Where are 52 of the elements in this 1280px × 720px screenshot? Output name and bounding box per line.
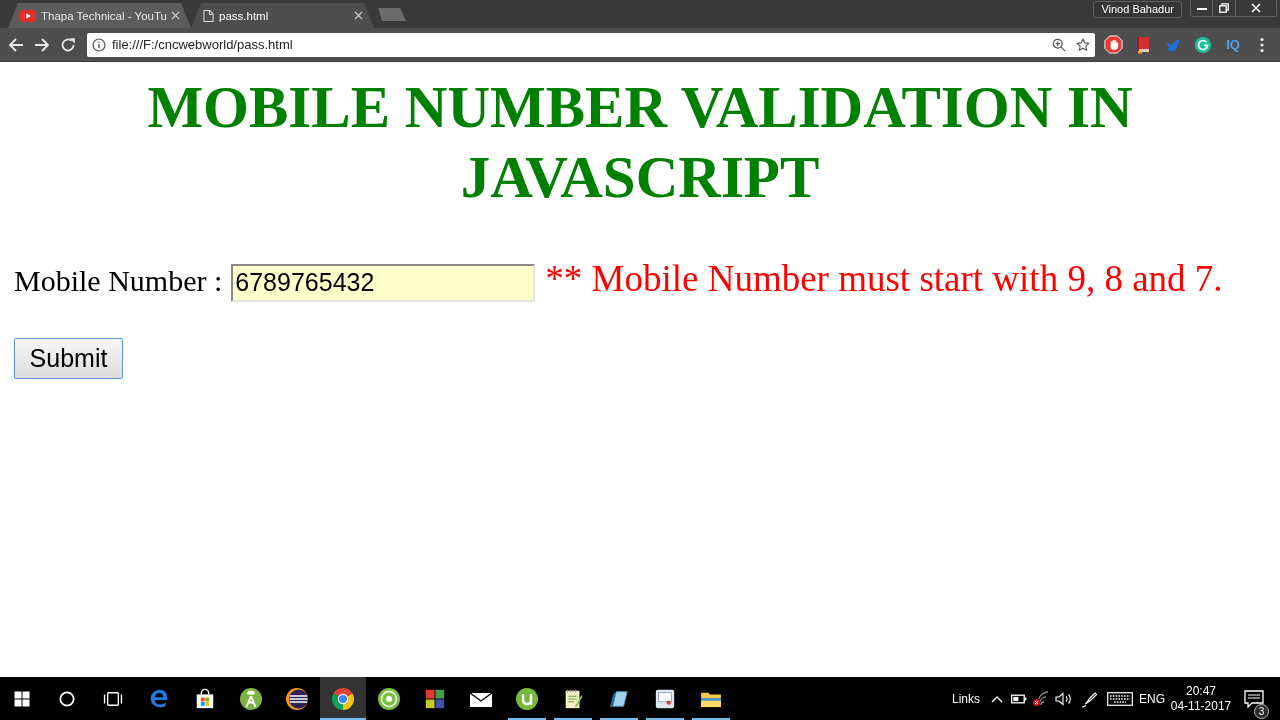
minimize-button[interactable] [1190,0,1213,17]
reload-icon[interactable] [60,36,76,53]
g-logo-icon[interactable] [1194,35,1212,54]
forward-icon[interactable] [34,36,50,53]
clock-time: 20:47 [1186,683,1216,699]
screen-icon [654,687,676,710]
tiles-icon [424,687,446,710]
info-icon[interactable] [92,37,106,52]
browser-tab[interactable]: Thapa Technical - YouTu [8,3,191,28]
keyboard-icon[interactable] [1107,691,1133,706]
notification-count: 3 [1254,704,1269,719]
error-message: ** Mobile Number must start with 9, 8 and 7. [545,257,1223,300]
battery-icon[interactable] [1010,693,1027,704]
e-logo-icon [148,687,170,710]
speaker-icon[interactable] [1055,691,1073,706]
address-bar[interactable]: file:///F:/cncwebworld/pass.html [87,32,1095,57]
field-label: Mobile Number : [14,264,223,298]
back-icon[interactable] [8,36,24,53]
restore-icon [1219,3,1229,13]
a-circle-icon [239,686,263,711]
close-icon[interactable] [354,11,363,20]
mobile-number-field[interactable]: 6789765432 [231,263,536,302]
profile-button[interactable]: Vinod Bahadur [1093,1,1182,18]
submit-button[interactable]: Submit [14,337,123,379]
browser-tab[interactable]: pass.html [191,3,374,28]
ring-icon [59,690,75,707]
restore-button[interactable] [1213,0,1236,17]
stop-hand-icon[interactable] [1103,35,1123,54]
links-toolbar[interactable]: Links [952,691,980,706]
wifi-error-icon[interactable] [1032,690,1050,707]
book-icon[interactable] [1136,35,1150,54]
page-icon [203,8,214,23]
zoom-icon[interactable] [1052,37,1066,52]
close-button[interactable] [1236,0,1277,17]
striped-orb-icon [285,686,309,711]
panes-icon [14,690,30,707]
notification-icon[interactable] [1244,689,1264,708]
page-heading: MOBILE NUMBER VALIDATION IN JAVASCRIPT [146,73,1134,212]
wheel-logo-icon [331,686,355,711]
taskbar-button[interactable] [320,677,366,720]
chevron-up-icon[interactable] [990,694,1003,703]
language-indicator[interactable]: ENG [1139,691,1165,706]
close-icon [1251,3,1261,13]
star-icon[interactable] [1076,37,1090,52]
shopping-bag-icon [194,687,216,710]
target-icon [377,686,401,711]
u-circle-icon [515,686,539,711]
task-view-icon [103,690,123,707]
menu-icon[interactable] [1260,36,1264,53]
clock-date: 04-11-2017 [1170,698,1232,714]
close-icon[interactable] [171,11,180,20]
play-icon [20,9,36,22]
